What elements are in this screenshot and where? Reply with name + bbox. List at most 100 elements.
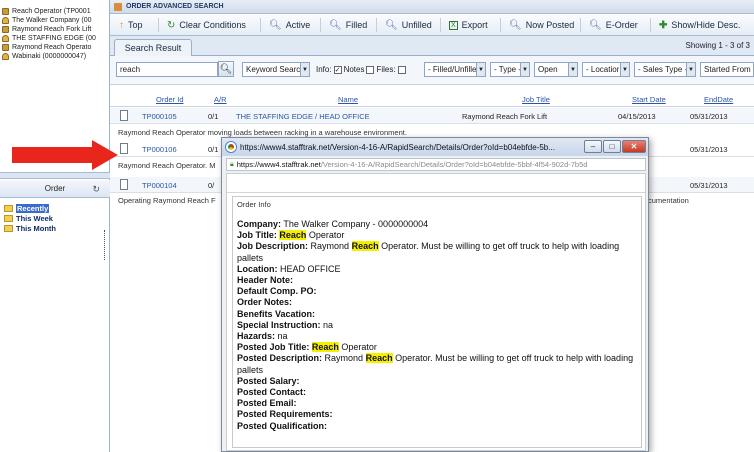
filled-unfilled-select[interactable]: - Filled/Unfille ▼ [424,62,486,77]
table-row[interactable]: TP000105 0/1 THE STAFFING EDGE / HEAD OF… [110,108,754,124]
order-panel-title: Order [44,184,66,193]
e-order-button[interactable]: 🔍︎ E-Order [586,17,641,33]
panel-splitter[interactable] [0,172,110,179]
field-job-title: Job Title: Reach Operator [237,230,345,241]
document-icon[interactable] [120,110,128,121]
chevron-down-icon: ▼ [568,63,577,76]
order-info-fields: Company: The Walker Company - 0000000004… [237,219,637,432]
column-header-ar[interactable]: A/R [214,95,227,104]
tree-item-this-week[interactable]: This Week [4,213,53,223]
notes-checkbox[interactable] [366,65,375,74]
field-posted-qualification: Posted Qualification: [237,420,328,431]
show-hide-desc-button[interactable]: ✚ Show/Hide Desc. [656,17,743,33]
document-icon[interactable] [120,143,128,154]
module-title: ORDER ADVANCED SEARCH [126,3,224,10]
recent-item[interactable]: Raymond Reach Fork Lift [2,25,106,34]
refresh-icon[interactable]: ↻ [92,184,100,195]
recent-item[interactable]: Wabinaki (0000000047) [2,52,106,61]
order-id-cell[interactable]: TP000105 [142,112,177,121]
column-header-job-title[interactable]: Job Title [522,95,550,104]
refresh-icon: ↻ [167,19,176,31]
recent-item[interactable]: Raymond Reach Operato [2,43,106,52]
toolbar-separator [260,18,261,32]
ar-cell: 0/ [208,181,215,190]
maximize-button[interactable]: □ [603,140,621,153]
column-header-end-date[interactable]: EndDate [704,95,733,104]
field-hazards: Hazards: na [237,331,288,342]
filter-row: reach 🔍︎ Keyword Search ▼ Info: ✓ Notes File… [110,56,754,85]
field-location: Location: HEAD OFFICE [237,263,341,274]
column-header-name[interactable]: Name [338,95,358,104]
type-select[interactable]: - Type - ▼ [490,62,530,77]
recent-item[interactable]: THE STAFFING EDGE (00 [2,34,106,43]
unfilled-button[interactable]: 🔍︎ Unfilled [382,17,435,33]
vertical-splitter-handle[interactable] [104,230,107,260]
ar-cell: 0/1 [208,112,219,121]
row-description: Raymond Reach Operator. M [118,161,216,170]
chevron-down-icon: ▼ [300,63,309,76]
end-date-cell: 05/31/2013 [690,181,728,190]
tree-item-this-month[interactable]: This Month [4,223,56,233]
field-header-note: Header Note: [237,275,294,286]
clear-conditions-button[interactable]: ↻ Clear Conditions [164,17,249,33]
files-checkbox[interactable] [397,65,406,74]
column-header-order-id[interactable]: Order Id [156,95,184,104]
info-checkbox[interactable]: ✓ [333,65,342,74]
field-order-notes: Order Notes: [237,297,293,308]
info-filter: Info: ✓ Notes Files: [316,65,408,74]
status-select[interactable]: Open ▼ [534,62,578,77]
filled-button[interactable]: 🔍︎ Filled [326,17,370,33]
tab-search-result[interactable]: Search Result [114,39,192,56]
end-date-cell: 05/31/2013 [690,145,728,154]
order-id-cell[interactable]: TP000104 [142,181,177,190]
recent-item[interactable]: Reach Operator (TP0001 [2,7,106,16]
location-select[interactable]: - Locatior ▼ [582,62,630,77]
chevron-down-icon: ▼ [520,63,529,76]
order-info-section: Order Info Company: The Walker Company -… [232,196,642,448]
company-icon [2,35,9,42]
arrow-up-icon: ↑ [119,19,124,31]
company-icon [2,17,9,24]
order-panel-header: Order ↻ [0,180,110,198]
toolbar-separator [376,18,377,32]
field-default-po: Default Comp. PO: [237,286,317,297]
search-icon: 🔍︎ [589,19,602,31]
toolbar-separator [580,18,581,32]
minimize-button[interactable]: – [584,140,602,153]
field-posted-email: Posted Email: [237,398,297,409]
field-job-description: Job Description: Raymond Reach Operator.… [237,241,620,263]
row-description: Operating Raymond Reach F [118,196,216,205]
tree-item-recently[interactable]: Recently [4,203,50,213]
order-icon [2,26,9,33]
popup-content: Order Info Company: The Walker Company -… [226,173,646,451]
keyword-search-select[interactable]: Keyword Search ▼ [242,62,310,77]
column-header-start-date[interactable]: Start Date [632,95,666,104]
popup-address-bar[interactable]: 🔒︎ https://www4.stafftrak.net/Version-4-… [226,158,646,171]
export-button[interactable]: X Export [446,17,491,33]
toolbar-separator [440,18,441,32]
toolbar-separator [650,18,651,32]
tab-strip: Search Result Showing 1 - 3 of 3 [110,36,754,56]
search-icon[interactable]: 🔍︎ [218,61,234,77]
close-button[interactable]: ✕ [622,140,646,153]
result-count: Showing 1 - 3 of 3 [685,41,750,50]
recent-item[interactable]: The Walker Company (00 [2,16,106,25]
red-arrow-annotation [12,140,118,170]
started-from-input[interactable]: Started From [700,62,754,77]
name-cell[interactable]: THE STAFFING EDGE / HEAD OFFICE [236,112,370,121]
document-icon[interactable] [120,179,128,190]
field-company: Company: The Walker Company - 0000000004 [237,219,429,229]
active-button[interactable]: 🔍︎ Active [266,17,313,33]
sales-type-select[interactable]: - Sales Type - ▼ [634,62,696,77]
browser-icon [226,142,236,152]
field-posted-description: Posted Description: Raymond Reach Operat… [237,353,634,375]
field-special-instruction: Special Instruction: na [237,319,334,330]
now-posted-button[interactable]: 🔍︎ Now Posted [506,17,577,33]
search-input[interactable]: reach [116,62,218,77]
order-details-popup: https://www4.stafftrak.net/Version-4-16-… [221,137,649,452]
order-id-cell[interactable]: TP000106 [142,145,177,154]
folder-icon [4,224,13,232]
folder-icon [4,204,13,212]
chevron-down-icon: ▼ [476,63,485,76]
top-button[interactable]: ↑ Top [116,17,146,33]
